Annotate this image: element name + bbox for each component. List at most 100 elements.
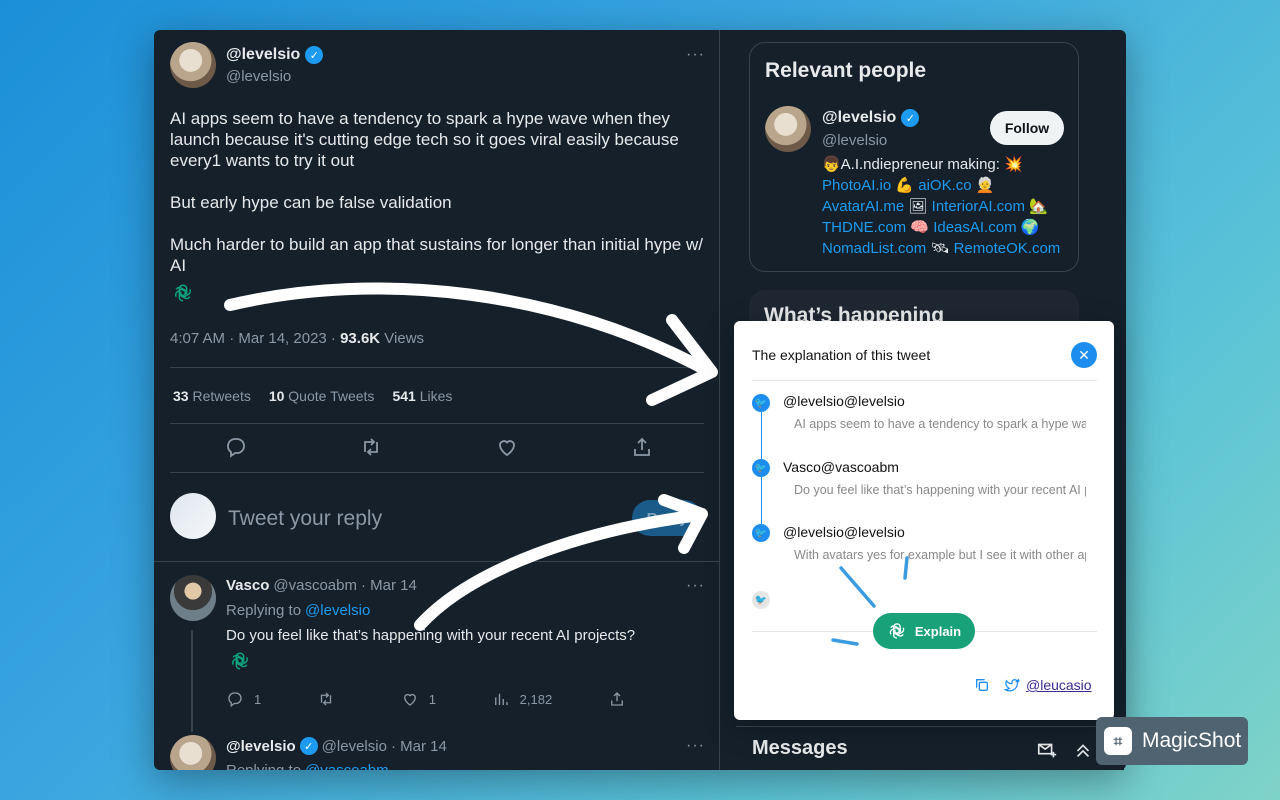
copy-icon[interactable] bbox=[974, 677, 990, 693]
like-action[interactable]: 1 bbox=[401, 690, 436, 708]
more-options-icon[interactable]: ··· bbox=[686, 577, 705, 595]
relevant-name-row[interactable]: @levelsio ✓ bbox=[822, 109, 920, 127]
timeline-author: @levelsio@levelsio bbox=[783, 393, 905, 409]
bio-line: NomadList.com 🛰 RemoteOK.com bbox=[822, 238, 1070, 259]
twitter-link[interactable]: @leucasio bbox=[1004, 677, 1092, 693]
retweets-label: Retweets bbox=[192, 388, 251, 404]
reply-avatar[interactable] bbox=[170, 575, 216, 621]
like-count: 1 bbox=[428, 691, 436, 707]
bio-link[interactable]: RemoteOK.com bbox=[954, 240, 1061, 257]
reply-action[interactable]: 1 bbox=[226, 690, 261, 708]
bio-link[interactable]: IdeasAI.com bbox=[933, 219, 1016, 236]
bio-text: 👦A.I.ndiepreneur making: 💥 bbox=[822, 156, 1023, 173]
twitter-bird-icon: 🐦 bbox=[752, 459, 770, 477]
reply-date[interactable]: · Mar 14 bbox=[361, 577, 417, 594]
relevant-bio: 👦A.I.ndiepreneur making: 💥 PhotoAI.io 💪 … bbox=[822, 154, 1070, 259]
bio-text: 🛰 bbox=[926, 240, 954, 257]
messages-icons bbox=[1036, 739, 1094, 761]
views-count: 2,182 bbox=[519, 691, 553, 707]
likes-label: Likes bbox=[419, 388, 453, 404]
likes-stat[interactable]: 541 Likes bbox=[392, 388, 452, 404]
bio-text: 💪 bbox=[891, 177, 919, 194]
retweet-action[interactable] bbox=[317, 690, 345, 708]
like-icon bbox=[403, 693, 416, 706]
tweet-stats: 33 Retweets 10 Quote Tweets 541 Likes bbox=[173, 388, 452, 404]
bio-link[interactable]: InteriorAI.com bbox=[932, 198, 1025, 215]
reply-author-name[interactable]: @levelsio bbox=[226, 738, 296, 755]
quotes-label: Quote Tweets bbox=[288, 388, 375, 404]
popup-footer: @leucasio bbox=[974, 677, 1092, 693]
more-options-icon[interactable]: ··· bbox=[686, 46, 705, 64]
chatgpt-icon[interactable] bbox=[172, 282, 194, 304]
divider bbox=[170, 367, 704, 368]
bio-link[interactable]: NomadList.com bbox=[822, 240, 926, 257]
tweet-paragraph: But early hype can be false validation bbox=[170, 193, 452, 212]
author-handle[interactable]: @levelsio bbox=[226, 68, 291, 85]
explain-label: Explain bbox=[914, 623, 962, 639]
views-label: Views bbox=[384, 330, 425, 347]
relevant-display-name[interactable]: @levelsio bbox=[822, 109, 896, 127]
magicshot-label: MagicShot bbox=[1142, 729, 1242, 752]
bio-text: 🧑‍🦳 bbox=[971, 177, 995, 194]
thread-line bbox=[191, 630, 193, 732]
retweets-stat[interactable]: 33 Retweets bbox=[173, 388, 251, 404]
messages-drawer[interactable]: Messages bbox=[736, 726, 1124, 770]
relevant-handle[interactable]: @levelsio bbox=[822, 132, 887, 149]
reply-date[interactable]: · Mar 14 bbox=[391, 738, 447, 755]
tweet-paragraph: Much harder to build an app that sustain… bbox=[170, 235, 703, 275]
chatgpt-icon[interactable] bbox=[229, 650, 251, 672]
author-name-row[interactable]: @levelsio ✓ bbox=[226, 46, 324, 64]
replying-to-link[interactable]: @vascoabm bbox=[305, 762, 389, 770]
reply-count: 1 bbox=[254, 691, 262, 707]
divider bbox=[154, 561, 720, 562]
relevant-people-card: Relevant people @levelsio ✓ @levelsio Fo… bbox=[749, 42, 1079, 272]
reply-author-handle[interactable]: @levelsio bbox=[322, 738, 387, 755]
tweet-timestamp[interactable]: 4:07 AM · Mar 14, 2023 · 93.6K Views bbox=[170, 330, 424, 347]
new-message-icon[interactable] bbox=[1036, 739, 1058, 761]
share-icon bbox=[611, 692, 623, 706]
bio-link[interactable]: aiOK.co bbox=[918, 177, 971, 194]
share-icon[interactable] bbox=[630, 435, 654, 459]
views-action[interactable]: 2,182 bbox=[492, 690, 553, 708]
expand-icon[interactable] bbox=[1072, 739, 1094, 761]
bio-line: 👦A.I.ndiepreneur making: 💥 bbox=[822, 154, 1070, 175]
tweet-text: AI apps seem to have a tendency to spark… bbox=[170, 108, 710, 276]
replying-to-link[interactable]: @levelsio bbox=[305, 602, 370, 619]
retweets-count: 33 bbox=[173, 388, 189, 404]
reply-icon[interactable] bbox=[224, 435, 248, 459]
relevant-avatar[interactable] bbox=[765, 106, 811, 152]
tweet-time[interactable]: 4:07 AM · Mar 14, 2023 · bbox=[170, 330, 336, 347]
divider bbox=[170, 472, 704, 473]
reply-input[interactable]: Tweet your reply bbox=[228, 507, 382, 531]
bio-line: PhotoAI.io 💪 aiOK.co 🧑‍🦳 bbox=[822, 175, 1070, 196]
magicshot-badge: ⌗ MagicShot bbox=[1096, 717, 1248, 765]
reply-author-handle[interactable]: @vascoabm bbox=[273, 577, 357, 594]
like-icon[interactable] bbox=[495, 435, 519, 459]
replying-to: Replying to @vascoabm bbox=[226, 762, 389, 770]
timeline-author: Vasco@vascoabm bbox=[783, 459, 899, 475]
more-options-icon[interactable]: ··· bbox=[686, 737, 705, 755]
bio-link[interactable]: THDNE.com bbox=[822, 219, 906, 236]
views-count: 93.6K bbox=[340, 330, 381, 347]
reply-icon bbox=[228, 692, 242, 708]
user-avatar bbox=[170, 493, 216, 539]
explain-button[interactable]: Explain bbox=[873, 613, 975, 649]
author-link[interactable]: @leucasio bbox=[1026, 677, 1092, 693]
follow-button[interactable]: Follow bbox=[990, 111, 1064, 145]
share-action[interactable] bbox=[608, 690, 626, 708]
bio-link[interactable]: AvatarAI.me bbox=[822, 198, 904, 215]
author-avatar[interactable] bbox=[170, 42, 216, 88]
quotes-stat[interactable]: 10 Quote Tweets bbox=[269, 388, 375, 404]
reply-author-name[interactable]: Vasco bbox=[226, 577, 269, 594]
relevant-people-title: Relevant people bbox=[765, 59, 927, 82]
verified-icon: ✓ bbox=[299, 737, 318, 755]
reply-button[interactable]: Reply bbox=[632, 500, 702, 536]
chatgpt-icon bbox=[889, 623, 905, 639]
close-icon[interactable]: ✕ bbox=[1071, 342, 1097, 368]
reply-text: Do you feel like that’s happening with y… bbox=[226, 627, 636, 644]
retweet-icon[interactable] bbox=[359, 435, 383, 459]
bio-link[interactable]: PhotoAI.io bbox=[822, 177, 891, 194]
author-display-name[interactable]: @levelsio bbox=[226, 46, 300, 64]
tweet-paragraph: AI apps seem to have a tendency to spark… bbox=[170, 109, 679, 170]
reply-avatar[interactable] bbox=[170, 735, 216, 770]
